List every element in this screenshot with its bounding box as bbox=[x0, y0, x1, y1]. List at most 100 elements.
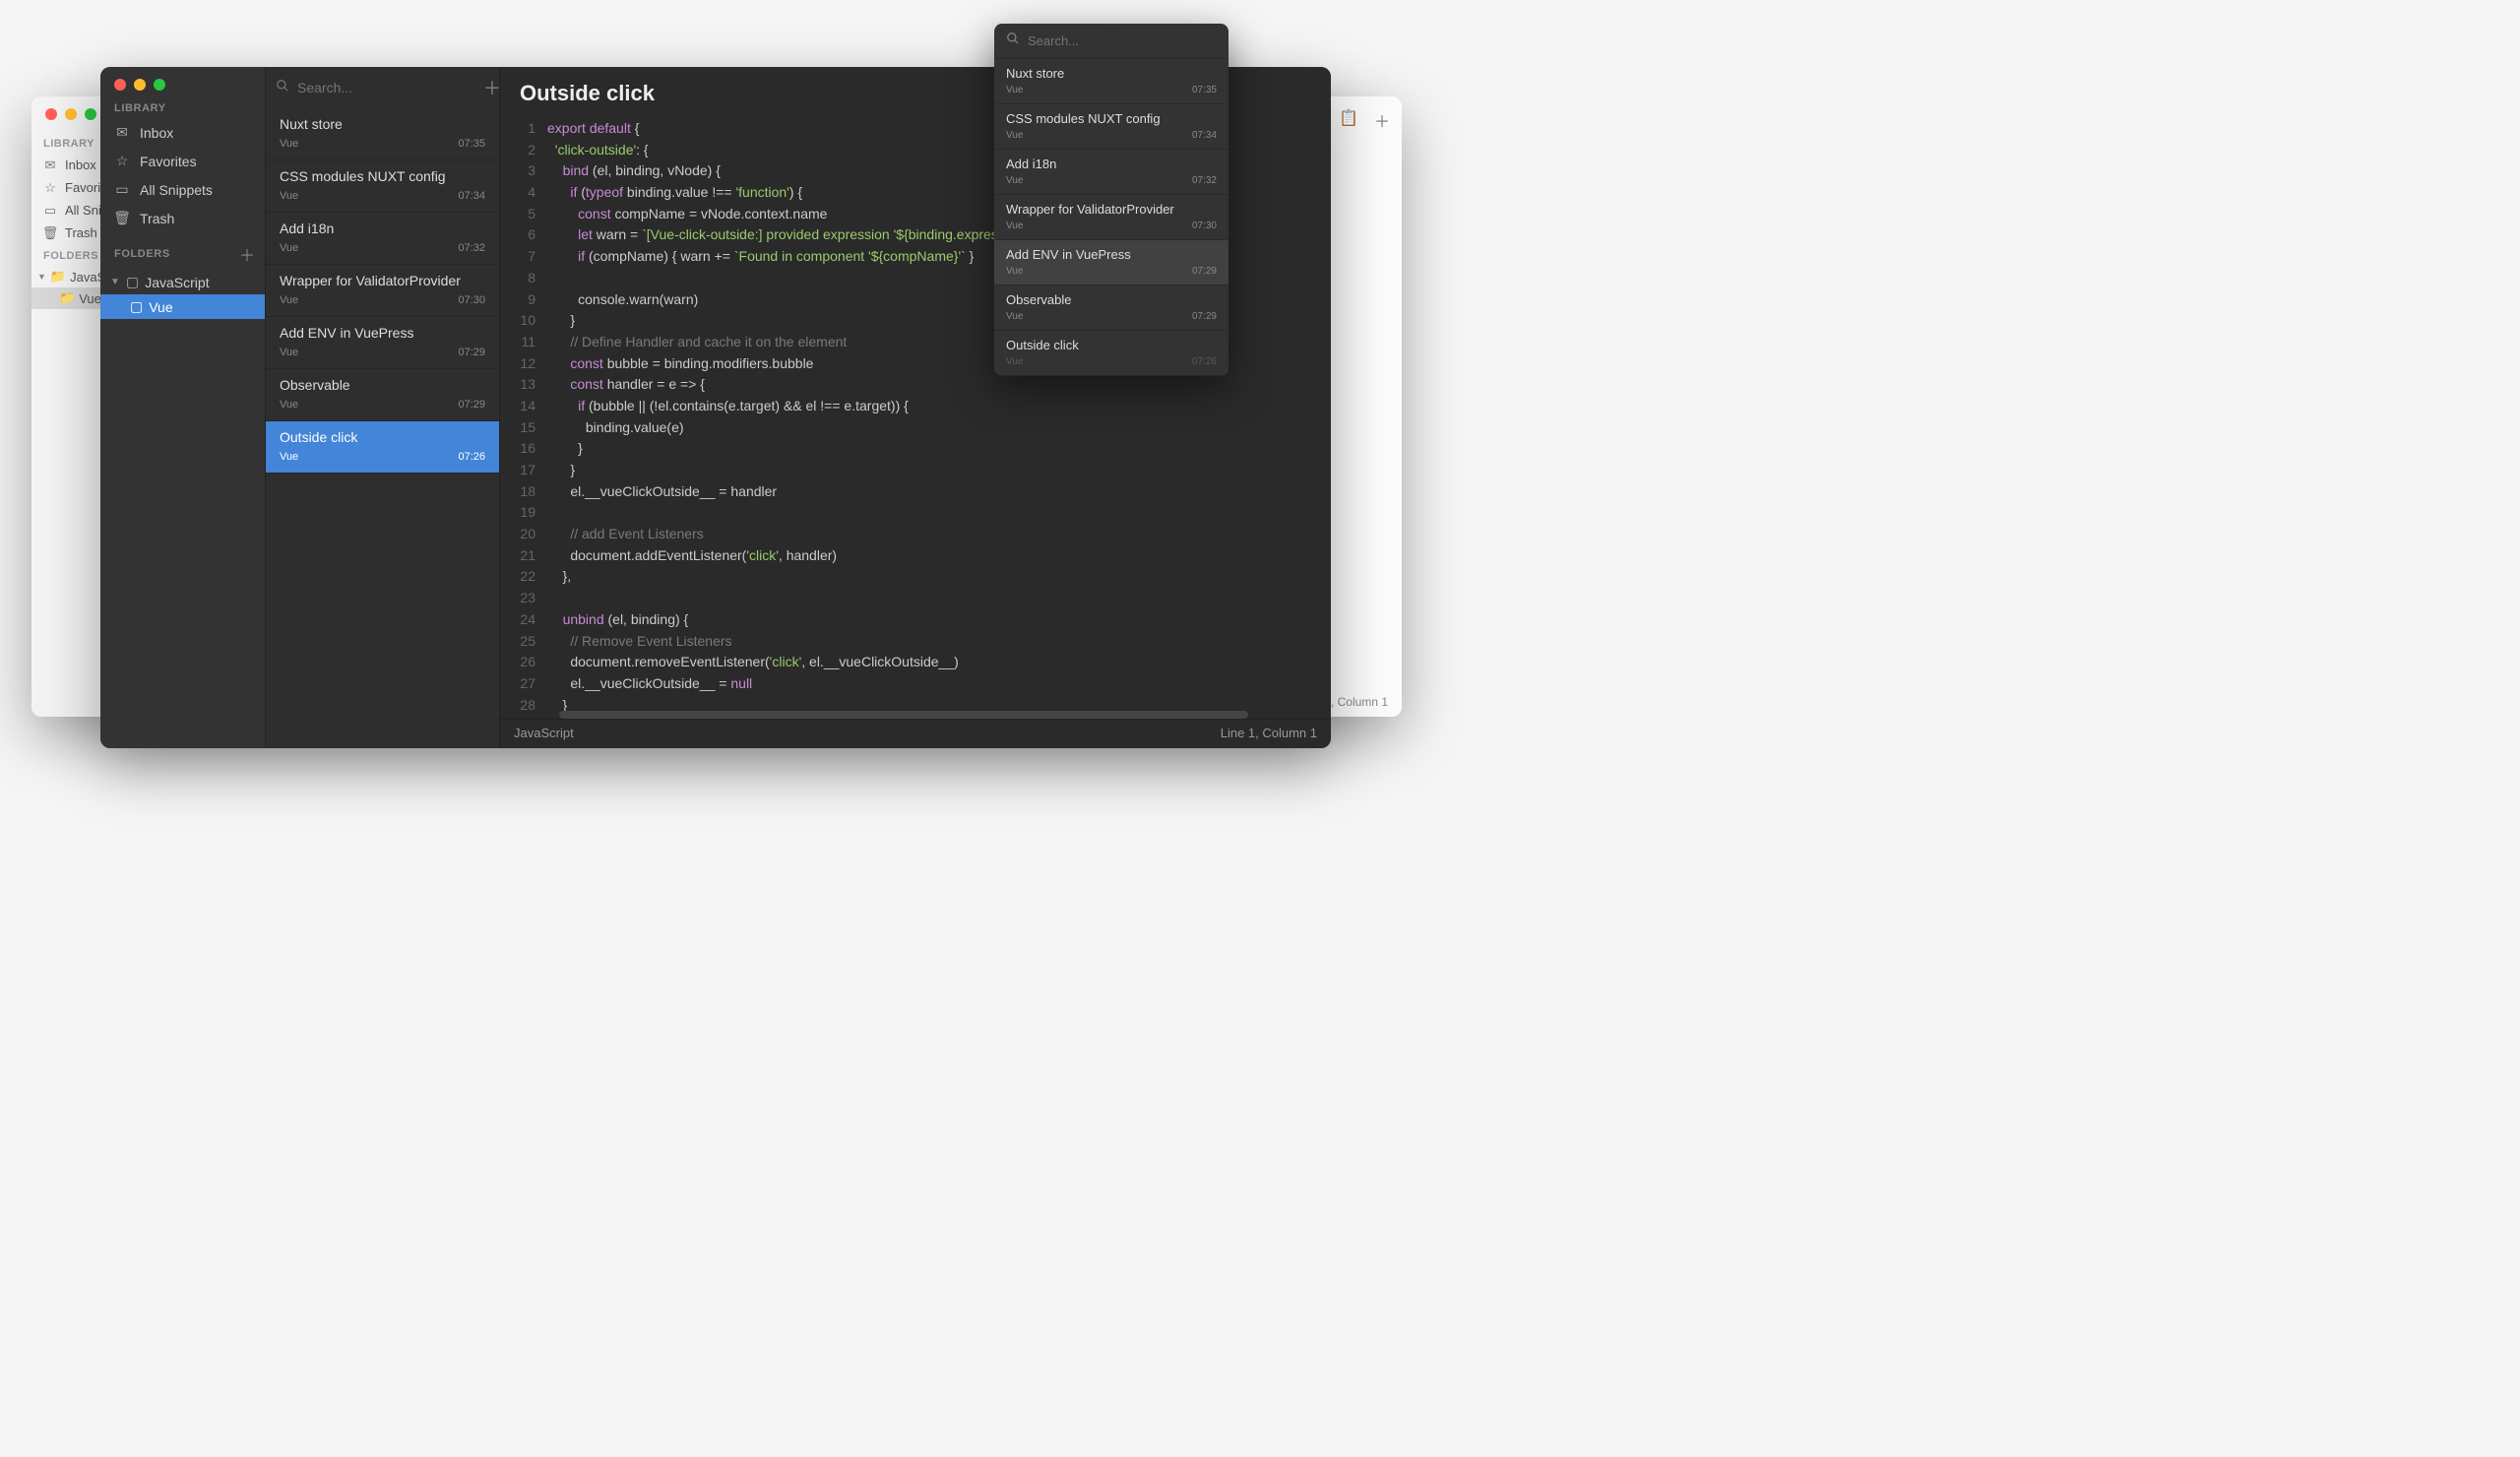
popover-item[interactable]: Wrapper for ValidatorProvider Vue 07:30 bbox=[994, 195, 1228, 240]
add-snippet-button[interactable]: ＋ bbox=[483, 75, 501, 100]
inbox-icon: ✉ bbox=[43, 158, 57, 172]
list-item-title: Wrapper for ValidatorProvider bbox=[280, 273, 485, 288]
popover-item-time: 07:26 bbox=[1192, 356, 1217, 367]
popover-item-time: 07:30 bbox=[1192, 221, 1217, 231]
trash-icon: 🗑 bbox=[114, 210, 130, 226]
list-item-title: Nuxt store bbox=[280, 116, 485, 132]
folder-icon: 📁 bbox=[59, 290, 75, 306]
list-item-title: Observable bbox=[280, 377, 485, 393]
popover-search bbox=[994, 24, 1228, 59]
popover-item-title: Add i18n bbox=[1006, 157, 1217, 171]
popover-item-time: 07:29 bbox=[1192, 311, 1217, 322]
list-item-time: 07:30 bbox=[458, 294, 485, 306]
popover-item-tag: Vue bbox=[1006, 356, 1023, 367]
list-item[interactable]: Add ENV in VuePress Vue 07:29 bbox=[266, 317, 499, 369]
close-icon[interactable] bbox=[114, 79, 126, 91]
plus-icon[interactable]: ＋ bbox=[1374, 108, 1390, 132]
list-item-time: 07:29 bbox=[458, 347, 485, 358]
popover-item[interactable]: CSS modules NUXT config Vue 07:34 bbox=[994, 104, 1228, 150]
popover-search-input[interactable] bbox=[1028, 33, 1217, 48]
list-item-title: Add i18n bbox=[280, 221, 485, 236]
list-item[interactable]: Observable Vue 07:29 bbox=[266, 369, 499, 421]
chevron-down-icon: ▼ bbox=[37, 272, 46, 282]
list-item[interactable]: Wrapper for ValidatorProvider Vue 07:30 bbox=[266, 265, 499, 317]
popover-item-time: 07:32 bbox=[1192, 175, 1217, 186]
list-item-title: CSS modules NUXT config bbox=[280, 168, 485, 184]
list-item-tag: Vue bbox=[280, 190, 298, 202]
search-popover: Nuxt store Vue 07:35 CSS modules NUXT confi… bbox=[994, 24, 1228, 376]
list-item-time: 07:29 bbox=[458, 399, 485, 411]
search-icon bbox=[276, 79, 289, 97]
close-icon[interactable] bbox=[45, 108, 57, 120]
sidebar-item-all[interactable]: ▭All Snippets bbox=[100, 175, 265, 204]
list-item[interactable]: Nuxt store Vue 07:35 bbox=[266, 108, 499, 160]
status-language: JavaScript bbox=[514, 726, 574, 740]
line-gutter: 1234567891011121314151617181920212223242… bbox=[500, 114, 547, 719]
library-title: LIBRARY bbox=[100, 96, 265, 118]
popover-item-tag: Vue bbox=[1006, 175, 1023, 186]
add-folder-button[interactable]: ＋ bbox=[239, 242, 255, 266]
zoom-icon[interactable] bbox=[85, 108, 96, 120]
list-item-time: 07:35 bbox=[458, 138, 485, 150]
editor-status: JavaScript Line 1, Column 1 bbox=[500, 719, 1331, 748]
chevron-down-icon: ▼ bbox=[110, 277, 120, 287]
popover-item-tag: Vue bbox=[1006, 266, 1023, 277]
popover-item-time: 07:35 bbox=[1192, 85, 1217, 95]
list-item-time: 07:32 bbox=[458, 242, 485, 254]
popover-item-tag: Vue bbox=[1006, 130, 1023, 141]
folder-icon: ▢ bbox=[126, 274, 139, 290]
sidebar-item-favorites[interactable]: ☆Favorites bbox=[100, 147, 265, 175]
list-item-title: Outside click bbox=[280, 429, 485, 445]
sidebar: LIBRARY ✉Inbox ☆Favorites ▭All Snippets … bbox=[100, 67, 266, 748]
horizontal-scrollbar[interactable] bbox=[559, 711, 1248, 719]
popover-item-time: 07:29 bbox=[1192, 266, 1217, 277]
list-item-title: Add ENV in VuePress bbox=[280, 325, 485, 341]
folder-icon: ▢ bbox=[130, 298, 143, 315]
tree-item-vue[interactable]: ▢Vue bbox=[100, 294, 265, 319]
popover-item-title: Nuxt store bbox=[1006, 66, 1217, 81]
popover-item-time: 07:34 bbox=[1192, 130, 1217, 141]
popover-item-tag: Vue bbox=[1006, 85, 1023, 95]
list-header: ＋ bbox=[266, 67, 499, 108]
snippet-list: ＋ Nuxt store Vue 07:35 CSS modules NUXT con… bbox=[266, 67, 500, 748]
popover-item[interactable]: Add ENV in VuePressVue07:29 bbox=[994, 240, 1228, 285]
list-item[interactable]: Add i18n Vue 07:32 bbox=[266, 213, 499, 265]
popover-item[interactable]: Outside click Vue 07:26 bbox=[994, 331, 1228, 376]
list-item[interactable]: CSS modules NUXT config Vue 07:34 bbox=[266, 160, 499, 213]
list-item[interactable]: Outside clickVue07:26 bbox=[266, 421, 499, 474]
zoom-icon[interactable] bbox=[154, 79, 165, 91]
popover-item-title: Observable bbox=[1006, 292, 1217, 307]
sidebar-item-trash[interactable]: 🗑Trash bbox=[100, 204, 265, 232]
popover-item[interactable]: Add i18n Vue 07:32 bbox=[994, 150, 1228, 195]
popover-item-tag: Vue bbox=[1006, 221, 1023, 231]
popover-item[interactable]: Observable Vue 07:29 bbox=[994, 285, 1228, 331]
list-item-tag: Vue bbox=[280, 242, 298, 254]
search-input[interactable] bbox=[297, 80, 475, 95]
popover-item[interactable]: Nuxt store Vue 07:35 bbox=[994, 59, 1228, 104]
archive-icon: ▭ bbox=[114, 181, 130, 198]
trash-icon: 🗑 bbox=[43, 226, 57, 240]
list-item-tag: Vue bbox=[280, 347, 298, 358]
minimize-icon[interactable] bbox=[65, 108, 77, 120]
folders-title: FOLDERS bbox=[114, 248, 170, 260]
list-item-time: 07:34 bbox=[458, 190, 485, 202]
search-icon bbox=[1006, 32, 1020, 50]
folder-icon: 📁 bbox=[50, 269, 66, 285]
list-item-tag: Vue bbox=[280, 399, 298, 411]
tree-item-js[interactable]: ▼▢JavaScript bbox=[100, 270, 265, 294]
popover-item-tag: Vue bbox=[1006, 311, 1023, 322]
inbox-icon: ✉ bbox=[114, 124, 130, 141]
status-position: Line 1, Column 1 bbox=[1221, 726, 1317, 740]
sidebar-item-inbox[interactable]: ✉Inbox bbox=[100, 118, 265, 147]
clipboard-icon[interactable]: 📋 bbox=[1339, 108, 1358, 132]
list-item-tag: Vue bbox=[280, 138, 298, 150]
archive-icon: ▭ bbox=[43, 204, 57, 218]
traffic-lights bbox=[100, 67, 265, 96]
popover-item-title: Outside click bbox=[1006, 338, 1217, 352]
star-icon: ☆ bbox=[114, 153, 130, 169]
popover-item-title: Wrapper for ValidatorProvider bbox=[1006, 202, 1217, 217]
list-item-time: 07:26 bbox=[458, 451, 485, 463]
popover-item-title: CSS modules NUXT config bbox=[1006, 111, 1217, 126]
list-item-tag: Vue bbox=[280, 294, 298, 306]
minimize-icon[interactable] bbox=[134, 79, 146, 91]
